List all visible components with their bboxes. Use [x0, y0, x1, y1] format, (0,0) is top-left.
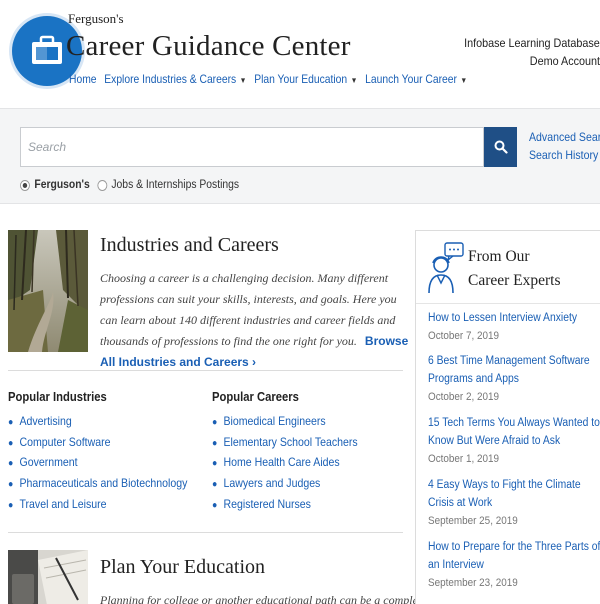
nav-launch[interactable]: Launch Your Career ▼ — [365, 72, 467, 86]
career-link-label: Registered Nurses — [223, 496, 311, 511]
expert-article: How to Prepare for the Three Parts of an… — [428, 538, 600, 591]
site-title[interactable]: Career Guidance Center — [66, 30, 351, 63]
industry-link-label: Travel and Leisure — [19, 496, 107, 511]
search-history-link[interactable]: Search History — [529, 146, 600, 164]
search-icon — [494, 140, 508, 154]
nav-launch-label: Launch Your Career — [365, 72, 457, 86]
site-header: Ferguson's Career Guidance Center Home E… — [0, 0, 600, 108]
popular-careers: Popular Careers ● Biomedical Engineers ● E… — [212, 390, 378, 516]
article-link[interactable]: How to Lessen Interview Anxiety — [428, 309, 600, 327]
search-scope: Ferguson's Jobs & Internships Postings — [20, 179, 239, 191]
search-input[interactable] — [20, 127, 484, 167]
nav-explore-label: Explore Industries & Careers — [104, 72, 237, 86]
industry-link-label: Government — [19, 455, 78, 470]
industry-link[interactable]: ● Government — [8, 453, 187, 474]
bullet-icon: ● — [8, 499, 14, 511]
industry-link-label: Computer Software — [19, 434, 111, 449]
bullet-icon: ● — [212, 499, 218, 511]
industries-description-text: Choosing a career is a challenging decis… — [100, 271, 397, 348]
article-date: October 1, 2019 — [428, 453, 500, 465]
search-band: Advanced Search Search History Ferguson'… — [0, 108, 600, 204]
expert-chat-icon — [427, 241, 465, 300]
bullet-icon: ● — [8, 417, 14, 428]
section-divider — [8, 532, 403, 533]
radio-jobs[interactable] — [96, 179, 107, 191]
career-link-label: Elementary School Teachers — [223, 434, 358, 449]
career-link[interactable]: ● Elementary School Teachers — [212, 433, 358, 454]
bullet-icon: ● — [212, 417, 218, 428]
radio-jobs-label[interactable]: Jobs & Internships Postings — [111, 179, 239, 191]
nav-home[interactable]: Home — [69, 72, 97, 86]
experts-divider — [416, 303, 600, 304]
education-title: Plan Your Education — [100, 556, 265, 578]
article-link[interactable]: 6 Best Time Management Software Programs… — [428, 352, 600, 388]
article-link[interactable]: 4 Easy Ways to Fight the Climate Crisis … — [428, 476, 600, 512]
industry-link[interactable]: ● Advertising — [8, 412, 187, 433]
career-link[interactable]: ● Biomedical Engineers — [212, 412, 358, 433]
career-link-label: Biomedical Engineers — [223, 414, 326, 428]
bullet-icon: ● — [8, 437, 14, 449]
bullet-icon: ● — [212, 458, 218, 470]
advanced-search-link[interactable]: Advanced Search — [529, 128, 600, 146]
industry-link-label: Advertising — [19, 414, 72, 428]
nav-explore[interactable]: Explore Industries & Careers ▼ — [104, 72, 246, 86]
main-nav: Home Explore Industries & Careers ▼ Plan … — [69, 72, 467, 86]
bullet-icon: ● — [8, 458, 14, 470]
career-link[interactable]: ● Lawyers and Judges — [212, 474, 358, 495]
article-date: September 25, 2019 — [428, 515, 518, 527]
article-link[interactable]: 15 Tech Terms You Always Wanted to Know … — [428, 414, 600, 450]
education-photo — [8, 550, 88, 604]
experts-title: From Our Career Experts — [468, 245, 561, 293]
section-divider — [8, 370, 403, 371]
career-link[interactable]: ● Home Health Care Aides — [212, 453, 358, 474]
bullet-icon: ● — [212, 437, 218, 449]
industries-title: Industries and Careers — [100, 234, 279, 256]
popular-industries: Popular Industries ● Advertising ● Compute… — [8, 390, 212, 516]
nav-home-label: Home — [69, 72, 97, 86]
experts-title-line1: From Our — [468, 248, 530, 265]
chevron-down-icon: ▼ — [239, 76, 247, 85]
popular-industries-heading: Popular Industries — [8, 390, 107, 404]
article-link[interactable]: How to Prepare for the Three Parts of an… — [428, 538, 600, 574]
bullet-icon: ● — [8, 479, 14, 491]
nav-education-label: Plan Your Education — [254, 72, 348, 86]
chevron-down-icon: ▼ — [350, 76, 358, 85]
radio-fergusons-label[interactable]: Ferguson's — [34, 179, 89, 191]
radio-fergusons[interactable] — [20, 179, 30, 191]
brand-publisher: Ferguson's — [68, 11, 124, 26]
industries-photo — [8, 230, 88, 352]
article-date: October 2, 2019 — [428, 391, 500, 403]
expert-article: 4 Easy Ways to Fight the Climate Crisis … — [428, 476, 598, 529]
education-description: Planning for college or another educatio… — [100, 593, 466, 604]
career-link-label: Lawyers and Judges — [223, 476, 321, 491]
expert-article: 15 Tech Terms You Always Wanted to Know … — [428, 414, 600, 467]
industry-link[interactable]: ● Travel and Leisure — [8, 495, 187, 516]
career-link[interactable]: ● Registered Nurses — [212, 495, 358, 516]
search-links: Advanced Search Search History — [529, 128, 600, 164]
career-experts-panel: From Our Career Experts How to Lessen In… — [415, 230, 600, 604]
experts-title-line2: Career Experts — [468, 272, 561, 289]
account-name[interactable]: Demo Account — [530, 54, 600, 68]
expert-article: How to Lessen Interview Anxiety October … — [428, 309, 598, 344]
nav-education[interactable]: Plan Your Education ▼ — [254, 72, 357, 86]
article-date: September 23, 2019 — [428, 577, 518, 589]
search-button[interactable] — [484, 127, 517, 167]
industry-link[interactable]: ● Computer Software — [8, 433, 187, 454]
industry-link-label: Pharmaceuticals and Biotechnology — [19, 476, 188, 491]
account-database: Infobase Learning Database — [464, 36, 600, 50]
industry-link[interactable]: ● Pharmaceuticals and Biotechnology — [8, 474, 187, 495]
industries-description: Choosing a career is a challenging decis… — [100, 268, 410, 373]
chevron-down-icon: ▼ — [460, 76, 468, 85]
popular-careers-heading: Popular Careers — [212, 390, 299, 404]
article-date: October 7, 2019 — [428, 330, 500, 342]
bullet-icon: ● — [212, 479, 218, 491]
expert-article: 6 Best Time Management Software Programs… — [428, 352, 598, 405]
career-link-label: Home Health Care Aides — [223, 455, 340, 470]
